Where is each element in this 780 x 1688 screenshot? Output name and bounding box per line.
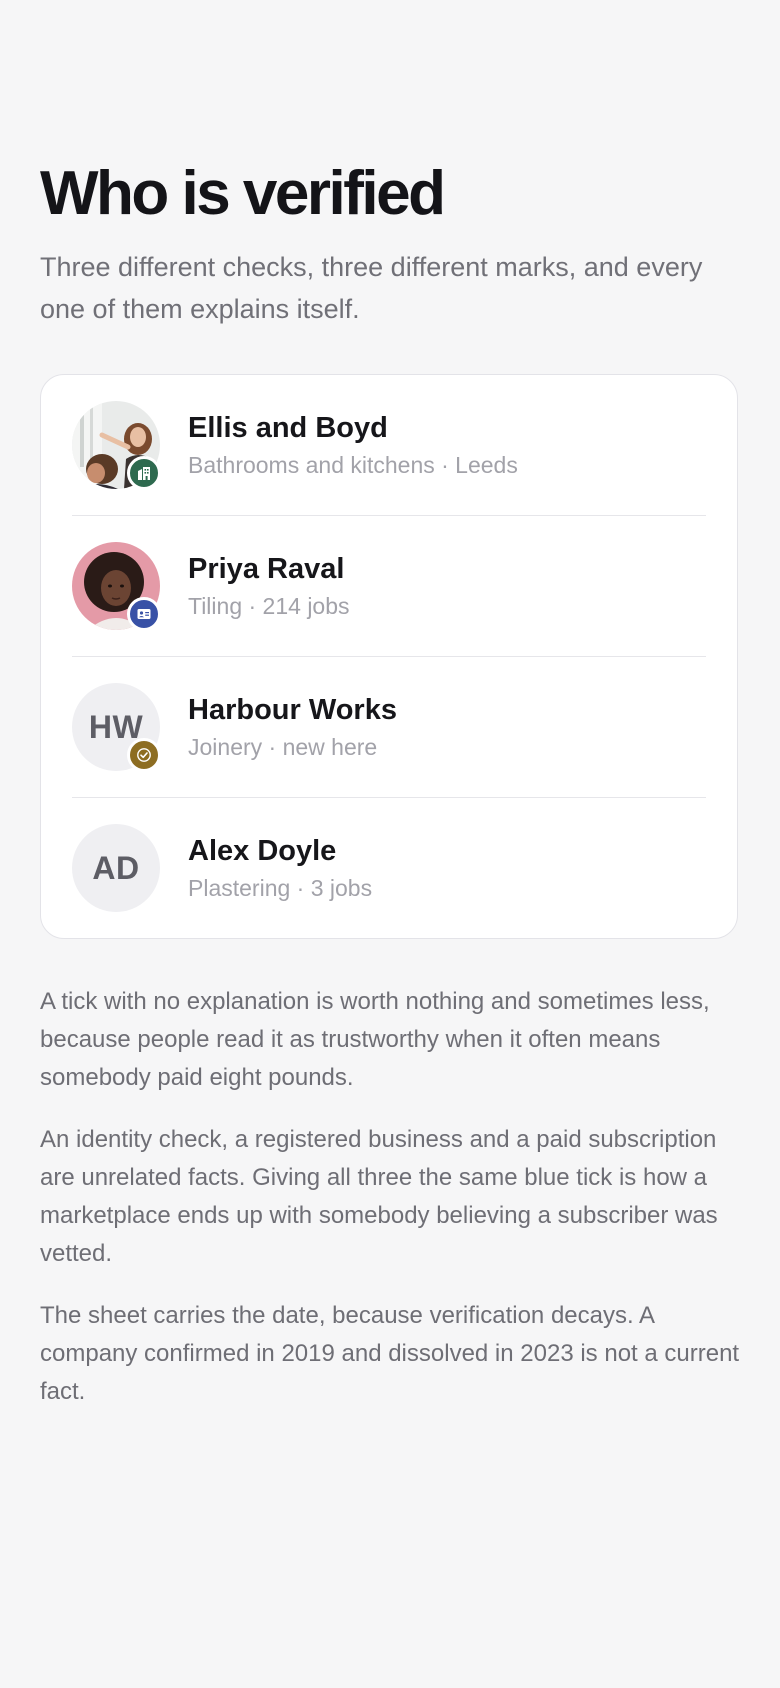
subscription-badge[interactable] — [127, 738, 161, 772]
provider-name: Harbour Works — [188, 694, 397, 726]
avatar-wrapper — [72, 401, 161, 490]
provider-info: Priya Raval Tiling · 214 jobs — [188, 552, 350, 620]
provider-name: Priya Raval — [188, 553, 345, 585]
page: Who is verified Three different checks, … — [40, 158, 740, 1435]
page-title: Who is verified — [40, 159, 446, 228]
provider-info: Alex Doyle Plastering · 3 jobs — [188, 834, 372, 902]
provider-name: Ellis and Boyd — [188, 412, 388, 444]
explanation-paragraph: An identity check, a registered business… — [40, 1126, 718, 1267]
provider-meta: Plastering · 3 jobs — [188, 875, 373, 901]
avatar-initials: AD — [72, 824, 160, 912]
provider-meta: Joinery · new here — [188, 734, 378, 760]
provider-row-ellis-and-boyd[interactable]: Ellis and Boyd Bathrooms and kitchens · … — [72, 375, 706, 516]
avatar-wrapper: HW — [72, 683, 161, 772]
business-verified-badge[interactable] — [127, 456, 161, 490]
provider-meta: Bathrooms and kitchens · Leeds — [188, 452, 518, 478]
provider-info: Harbour Works Joinery · new here — [188, 693, 397, 761]
business-building-icon — [138, 467, 150, 480]
provider-info: Ellis and Boyd Bathrooms and kitchens · … — [188, 411, 518, 479]
explanation-text: A tick with no explanation is worth noth… — [40, 983, 740, 1411]
avatar-wrapper — [72, 542, 161, 631]
check-icon — [137, 748, 151, 762]
explanation-paragraph: The sheet carries the date, because veri… — [40, 1302, 740, 1405]
id-card-icon — [137, 609, 151, 619]
provider-row-harbour-works[interactable]: HW Harbour Works Joinery · new here — [72, 657, 706, 798]
explanation-paragraph: A tick with no explanation is worth noth… — [40, 988, 710, 1091]
verified-list-card: Ellis and Boyd Bathrooms and kitchens · … — [40, 374, 738, 939]
avatar-wrapper: AD — [72, 824, 160, 912]
provider-row-priya-raval[interactable]: Priya Raval Tiling · 214 jobs — [72, 516, 706, 657]
identity-verified-badge[interactable] — [127, 597, 161, 631]
page-intro: Three different checks, three different … — [40, 252, 703, 324]
provider-meta: Tiling · 214 jobs — [188, 593, 350, 619]
provider-name: Alex Doyle — [188, 835, 337, 867]
provider-row-alex-doyle[interactable]: AD Alex Doyle Plastering · 3 jobs — [72, 798, 706, 938]
